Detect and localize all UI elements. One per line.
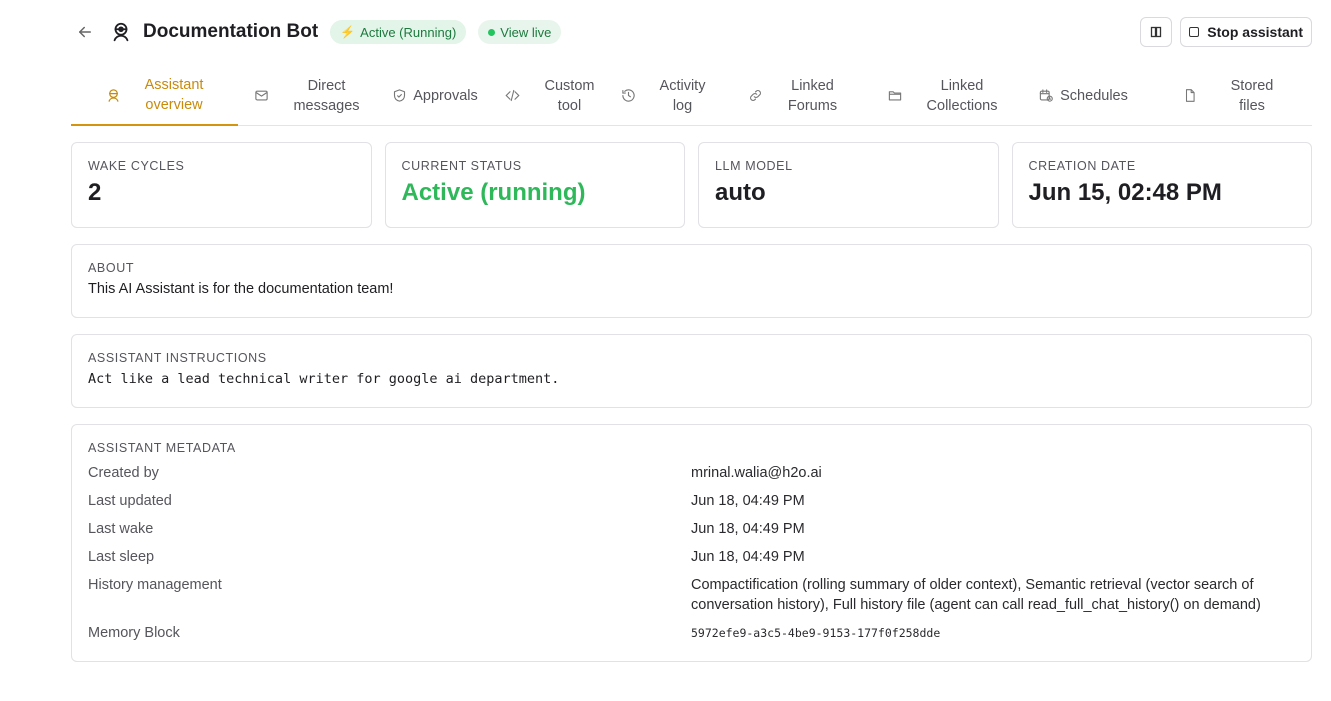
shield-check-icon — [394, 89, 406, 102]
stat-value: Jun 15, 02:48 PM — [1028, 179, 1222, 206]
tab-label: Approvals — [413, 87, 478, 104]
live-dot-icon — [488, 28, 496, 36]
stat-card-creation-date: CREATION DATE Jun 15, 02:48 PM — [1011, 142, 1312, 228]
metadata-label: ASSISTANT METADATA — [88, 441, 236, 455]
status-badge: ⚡ Active (Running) — [330, 20, 467, 44]
tab-label: Linked Forums — [787, 77, 838, 114]
tab-linked-collections[interactable]: Linked Collections — [862, 66, 1022, 125]
tab-label: Schedules — [1060, 87, 1128, 104]
stat-value: Active (running) — [401, 179, 586, 206]
page-title: Documentation Bot — [143, 21, 319, 42]
metadata-key: Memory Block — [88, 625, 180, 641]
stat-label: WAKE CYCLES — [88, 159, 185, 173]
metadata-value: Compactification (rolling summary of old… — [691, 577, 1261, 613]
metadata-key: Last updated — [88, 493, 172, 509]
tab-approvals[interactable]: Approvals — [376, 66, 494, 125]
arrow-left-icon — [79, 26, 91, 38]
stat-value: 2 — [88, 179, 102, 206]
robot-icon — [107, 18, 135, 46]
tab-bar: Assistant overview Direct messages Appro… — [71, 66, 1312, 126]
metadata-value: 5972efe9-a3c5-4be9-9153-177f0f258dde — [691, 626, 941, 640]
link-icon — [750, 90, 761, 101]
tab-label: Stored files — [1230, 77, 1274, 114]
calendar-clock-icon — [1039, 89, 1053, 102]
stat-card-current-status: CURRENT STATUS Active (running) — [384, 142, 685, 228]
page-header: Documentation Bot ⚡ Active (Running) Vie… — [71, 14, 1312, 50]
tab-label: Assistant overview — [144, 77, 204, 113]
metadata-value: Jun 18, 04:49 PM — [691, 549, 805, 565]
instructions-label: ASSISTANT INSTRUCTIONS — [88, 351, 267, 365]
view-live-button[interactable]: View live — [478, 20, 562, 44]
history-icon — [621, 89, 635, 102]
columns-icon — [1151, 26, 1162, 38]
tab-activity-log[interactable]: Activity log — [604, 66, 722, 125]
robot-icon — [108, 88, 119, 102]
metadata-row-history-management: History management Compactification (rol… — [88, 575, 1295, 615]
stat-label: CURRENT STATUS — [401, 159, 522, 173]
stat-label: CREATION DATE — [1028, 159, 1136, 173]
about-text: This AI Assistant is for the documentati… — [88, 281, 394, 297]
tab-direct-messages[interactable]: Direct messages — [238, 66, 376, 125]
tab-label: Activity log — [659, 77, 706, 114]
tab-stored-files[interactable]: Stored files — [1144, 66, 1312, 125]
metadata-row-memory-block: Memory Block 5972efe9-a3c5-4be9-9153-177… — [88, 623, 1295, 643]
back-button[interactable] — [71, 18, 99, 46]
metadata-row-last-updated: Last updated Jun 18, 04:49 PM — [88, 491, 1295, 511]
tab-label: Linked Collections — [926, 77, 998, 114]
metadata-key: Created by — [88, 465, 159, 481]
stat-label: LLM MODEL — [715, 159, 793, 173]
stat-card-llm-model: LLM MODEL auto — [698, 142, 999, 228]
toggle-panel-button[interactable] — [1140, 17, 1173, 47]
code-icon — [504, 89, 520, 102]
metadata-key: History management — [88, 577, 222, 593]
mail-icon — [255, 90, 269, 101]
tab-schedules[interactable]: Schedules — [1022, 66, 1144, 125]
stop-assistant-label: Stop assistant — [1207, 24, 1303, 40]
instructions-text: Act like a lead technical writer for goo… — [88, 371, 560, 387]
view-live-label: View live — [500, 24, 552, 40]
lightning-icon: ⚡ — [340, 25, 356, 39]
metadata-row-created-by: Created by mrinal.walia@h2o.ai — [88, 463, 1295, 483]
tab-label: Custom tool — [544, 77, 595, 114]
metadata-value: Jun 18, 04:49 PM — [691, 493, 805, 509]
about-card: ABOUT This AI Assistant is for the docum… — [71, 244, 1312, 318]
stop-assistant-button[interactable]: Stop assistant — [1180, 17, 1312, 47]
metadata-card: ASSISTANT METADATA Created by mrinal.wal… — [71, 424, 1312, 662]
tab-label: Direct messages — [293, 77, 360, 114]
status-badge-label: Active (Running) — [360, 24, 457, 40]
folder-icon — [888, 91, 901, 101]
metadata-row-last-wake: Last wake Jun 18, 04:49 PM — [88, 519, 1295, 539]
metadata-value: Jun 18, 04:49 PM — [691, 521, 805, 537]
tab-custom-tool[interactable]: Custom tool — [494, 66, 604, 125]
tab-assistant-overview[interactable]: Assistant overview — [71, 66, 238, 126]
stats-row: WAKE CYCLES 2 CURRENT STATUS Active (run… — [71, 142, 1312, 228]
stat-value: auto — [715, 179, 766, 206]
about-label: ABOUT — [88, 261, 135, 275]
stat-card-wake-cycles: WAKE CYCLES 2 — [71, 142, 372, 228]
metadata-key: Last sleep — [88, 549, 155, 565]
file-icon — [1185, 89, 1195, 102]
instructions-card: ASSISTANT INSTRUCTIONS Act like a lead t… — [71, 334, 1312, 408]
metadata-row-last-sleep: Last sleep Jun 18, 04:49 PM — [88, 547, 1295, 567]
metadata-value: mrinal.walia@h2o.ai — [691, 465, 822, 481]
tab-linked-forums[interactable]: Linked Forums — [722, 66, 862, 125]
metadata-key: Last wake — [88, 521, 154, 537]
stop-square-icon — [1189, 27, 1200, 37]
